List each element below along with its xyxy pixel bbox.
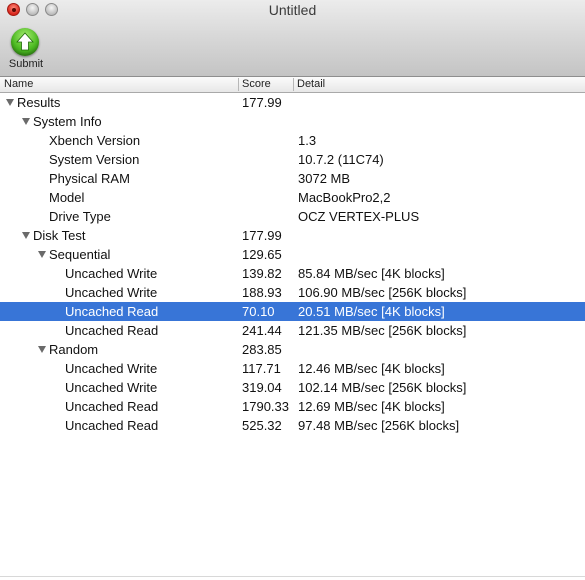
table-row[interactable]: Random 283.85	[0, 340, 585, 359]
table-row[interactable]: Disk Test 177.99	[0, 226, 585, 245]
row-detail: 1.3	[298, 133, 317, 148]
row-name: Physical RAM	[49, 171, 130, 186]
row-detail: 20.51 MB/sec [4K blocks]	[298, 304, 445, 319]
row-name: Xbench Version	[49, 133, 141, 148]
row-name: Uncached Write	[65, 380, 158, 395]
row-score: 1790.33	[242, 399, 289, 414]
table-row[interactable]: Results 177.99	[0, 93, 585, 112]
disclosure-triangle-icon[interactable]	[38, 346, 46, 353]
row-score: 188.93	[242, 285, 282, 300]
table-row[interactable]: Xbench Version 1.3	[0, 131, 585, 150]
row-detail: 121.35 MB/sec [256K blocks]	[298, 323, 467, 338]
row-name: Sequential	[49, 247, 111, 262]
row-score: 70.10	[242, 304, 275, 319]
row-name: Uncached Read	[65, 399, 159, 414]
row-name: Drive Type	[49, 209, 111, 224]
row-detail: 12.69 MB/sec [4K blocks]	[298, 399, 445, 414]
row-name: Model	[49, 190, 85, 205]
table-row[interactable]: Uncached Write 139.82 85.84 MB/sec [4K b…	[0, 264, 585, 283]
window-toolbar: Untitled Submit	[0, 0, 585, 77]
column-divider[interactable]	[293, 78, 294, 91]
table-row[interactable]: Uncached Write 117.71 12.46 MB/sec [4K b…	[0, 359, 585, 378]
row-name: Results	[17, 95, 61, 110]
table-row-selected[interactable]: Uncached Read 70.10 20.51 MB/sec [4K blo…	[0, 302, 585, 321]
up-arrow-icon	[11, 28, 39, 56]
table-row[interactable]: Drive Type OCZ VERTEX-PLUS	[0, 207, 585, 226]
table-row[interactable]: System Info	[0, 112, 585, 131]
table-row[interactable]: Model MacBookPro2,2	[0, 188, 585, 207]
row-name: Random	[49, 342, 99, 357]
table-header: Name Score Detail	[0, 77, 585, 93]
row-name: Uncached Read	[65, 323, 159, 338]
row-name: Uncached Write	[65, 266, 158, 281]
column-header-name[interactable]: Name	[4, 77, 33, 92]
column-divider[interactable]	[238, 78, 239, 91]
row-score: 177.99	[242, 228, 282, 243]
table-row[interactable]: Uncached Read 241.44 121.35 MB/sec [256K…	[0, 321, 585, 340]
submit-button[interactable]: Submit	[4, 28, 44, 72]
row-detail: 85.84 MB/sec [4K blocks]	[298, 266, 445, 281]
row-name: Disk Test	[33, 228, 86, 243]
window-bottom-edge	[0, 576, 585, 577]
row-score: 283.85	[242, 342, 282, 357]
row-score: 117.71	[242, 361, 281, 376]
row-score: 241.44	[242, 323, 282, 338]
disclosure-triangle-icon[interactable]	[22, 118, 30, 125]
table-row[interactable]: Sequential 129.65	[0, 245, 585, 264]
row-score: 319.04	[242, 380, 282, 395]
row-score: 525.32	[242, 418, 282, 433]
row-name: Uncached Write	[65, 285, 158, 300]
column-header-detail[interactable]: Detail	[297, 77, 325, 92]
row-score: 129.65	[242, 247, 282, 262]
table-row[interactable]: System Version 10.7.2 (11C74)	[0, 150, 585, 169]
row-name: System Version	[49, 152, 140, 167]
table-row[interactable]: Uncached Write 188.93 106.90 MB/sec [256…	[0, 283, 585, 302]
row-detail: 102.14 MB/sec [256K blocks]	[298, 380, 467, 395]
table-row[interactable]: Physical RAM 3072 MB	[0, 169, 585, 188]
disclosure-triangle-icon[interactable]	[38, 251, 46, 258]
row-name: Uncached Read	[65, 304, 159, 319]
results-outline: Results 177.99 System Info Xbench Versio…	[0, 93, 585, 435]
table-row[interactable]: Uncached Write 319.04 102.14 MB/sec [256…	[0, 378, 585, 397]
window-title: Untitled	[268, 2, 317, 18]
row-name: Uncached Read	[65, 418, 159, 433]
disclosure-triangle-icon[interactable]	[22, 232, 30, 239]
row-detail: MacBookPro2,2	[298, 190, 391, 205]
row-detail: OCZ VERTEX-PLUS	[298, 209, 420, 224]
row-name: System Info	[33, 114, 102, 129]
submit-label: Submit	[8, 58, 44, 70]
row-detail: 106.90 MB/sec [256K blocks]	[298, 285, 467, 300]
disclosure-triangle-icon[interactable]	[6, 99, 14, 106]
row-name: Uncached Write	[65, 361, 158, 376]
table-row[interactable]: Uncached Read 525.32 97.48 MB/sec [256K …	[0, 416, 585, 435]
row-score: 177.99	[242, 95, 282, 110]
row-detail: 97.48 MB/sec [256K blocks]	[298, 418, 460, 433]
row-detail: 12.46 MB/sec [4K blocks]	[298, 361, 445, 376]
table-row[interactable]: Uncached Read 1790.33 12.69 MB/sec [4K b…	[0, 397, 585, 416]
row-detail: 10.7.2 (11C74)	[298, 152, 384, 167]
row-detail: 3072 MB	[298, 171, 351, 186]
column-header-score[interactable]: Score	[242, 77, 271, 92]
row-score: 139.82	[242, 266, 282, 281]
